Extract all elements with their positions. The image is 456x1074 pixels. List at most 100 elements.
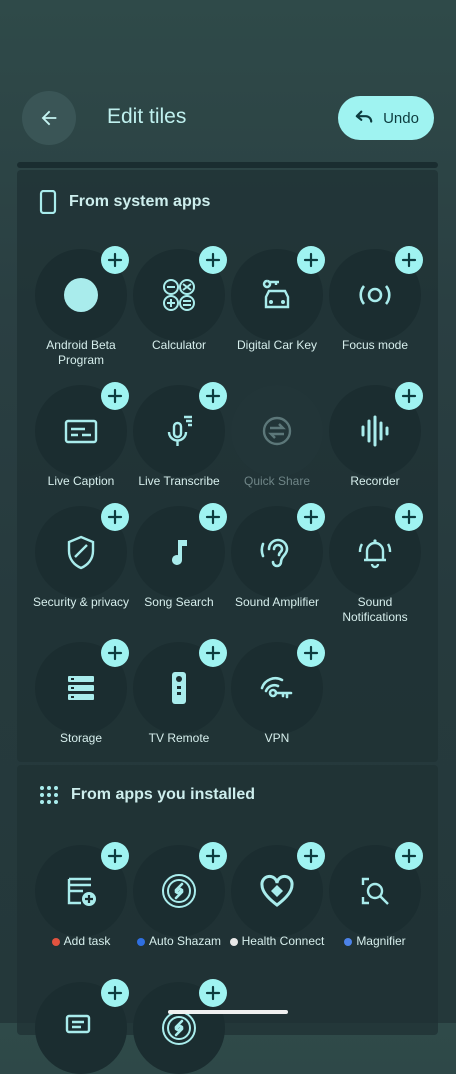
- add-tile-button[interactable]: [101, 382, 129, 410]
- tile-sound-amplifier[interactable]: [231, 503, 325, 598]
- plus-icon: [107, 509, 123, 525]
- remote-icon: [172, 672, 186, 704]
- tile-label-text: VPN: [264, 731, 290, 745]
- add-tile-button[interactable]: [297, 246, 325, 274]
- tile-magnifier[interactable]: [329, 842, 423, 937]
- tile-label: Security & privacy: [31, 595, 131, 610]
- app-badge-icon: [136, 937, 145, 946]
- plus-icon: [401, 848, 417, 864]
- home-indicator[interactable]: [168, 1010, 288, 1014]
- tile-live-transcribe[interactable]: [133, 382, 227, 477]
- tile-vpn[interactable]: [231, 639, 325, 734]
- back-button[interactable]: [22, 91, 76, 145]
- tile-label-text: Live Caption: [47, 474, 115, 488]
- add-tile-button[interactable]: [101, 979, 129, 1007]
- add-tile-button[interactable]: [101, 639, 129, 667]
- tile-focus-mode[interactable]: [329, 246, 423, 341]
- tile-label: Live Caption: [31, 474, 131, 489]
- tile-health-connect[interactable]: [231, 842, 325, 937]
- add-tile-button[interactable]: [101, 246, 129, 274]
- tile-security-privacy[interactable]: [35, 503, 129, 598]
- tile-auto-shazam[interactable]: [133, 842, 227, 937]
- add-tile-button[interactable]: [199, 246, 227, 274]
- app-badge-icon: [51, 937, 60, 946]
- add-tile-button[interactable]: [395, 503, 423, 531]
- plus-icon: [205, 252, 221, 268]
- add-tile-button[interactable]: [395, 382, 423, 410]
- plus-icon: [205, 509, 221, 525]
- vpn-key-icon: [260, 677, 293, 699]
- plus-icon: [205, 985, 221, 1001]
- installed-apps-title: From apps you installed: [71, 786, 256, 803]
- tile-label-text: Calculator: [151, 338, 207, 352]
- share-icon: [262, 416, 292, 446]
- tile-label-text: Recorder: [350, 474, 400, 488]
- add-tile-button[interactable]: [199, 503, 227, 531]
- add-tile-button[interactable]: [297, 639, 325, 667]
- tile-label-text: Security & privacy: [32, 595, 130, 609]
- undo-button[interactable]: Undo: [338, 96, 434, 140]
- car-key-icon: [262, 279, 290, 309]
- system-apps-title: From system apps: [69, 193, 211, 210]
- app-badge-icon: [229, 937, 238, 946]
- task-icon: [67, 877, 96, 906]
- tile-label: Storage: [31, 731, 131, 746]
- plus-icon: [107, 645, 123, 661]
- add-tile-button[interactable]: [101, 842, 129, 870]
- tile-song-search[interactable]: [133, 503, 227, 598]
- shazam-icon: [162, 1011, 196, 1045]
- add-tile-button[interactable]: [199, 382, 227, 410]
- mic-icon: [167, 415, 192, 446]
- tile-label: Digital Car Key: [227, 338, 327, 353]
- plus-icon: [303, 848, 319, 864]
- tile-label: Android Beta Program: [31, 338, 131, 368]
- add-tile-button[interactable]: [297, 503, 325, 531]
- music-note-icon: [172, 540, 187, 565]
- tile-label-text: Digital Car Key: [236, 338, 318, 352]
- plus-icon: [303, 509, 319, 525]
- top-app-bar: Edit tiles Undo: [0, 0, 456, 160]
- tile-label-text: Song Search: [144, 595, 214, 609]
- tile-recorder[interactable]: [329, 382, 423, 477]
- add-tile-button[interactable]: [199, 842, 227, 870]
- plus-icon: [205, 848, 221, 864]
- plus-icon: [401, 252, 417, 268]
- caption-icon: [64, 419, 98, 444]
- tile-quick-share[interactable]: [231, 385, 323, 477]
- plus-icon: [401, 388, 417, 404]
- tile-[interactable]: [35, 979, 129, 1074]
- system-apps-header: From system apps: [39, 190, 210, 214]
- tile-add-task[interactable]: [35, 842, 129, 937]
- tile-label: Live Transcribe: [129, 474, 229, 489]
- ear-icon: [260, 538, 289, 568]
- add-tile-button[interactable]: [297, 842, 325, 870]
- tile-android-beta-program[interactable]: [35, 246, 129, 341]
- partial-chat-icon: [65, 1014, 91, 1034]
- tile-storage[interactable]: [35, 639, 129, 734]
- shield-icon: [67, 535, 95, 570]
- tile-label-text: Add task: [63, 934, 111, 948]
- add-tile-button[interactable]: [199, 639, 227, 667]
- plus-icon: [401, 509, 417, 525]
- tile-[interactable]: [133, 979, 227, 1074]
- magnifier-icon: [361, 877, 389, 905]
- add-tile-button[interactable]: [101, 503, 129, 531]
- tile-label-text: Health Connect: [241, 934, 325, 948]
- current-tiles-card-edge: [17, 162, 438, 168]
- tile-sound-notifications[interactable]: [329, 503, 423, 598]
- tile-tv-remote[interactable]: [133, 639, 227, 734]
- tile-label: Calculator: [129, 338, 229, 353]
- circle-icon: [64, 278, 98, 312]
- plus-icon: [107, 848, 123, 864]
- plus-icon: [303, 645, 319, 661]
- tile-calculator[interactable]: [133, 246, 227, 341]
- tile-digital-car-key[interactable]: [231, 246, 325, 341]
- tile-label: Sound Notifications: [325, 595, 425, 625]
- plus-icon: [303, 252, 319, 268]
- add-tile-button[interactable]: [395, 246, 423, 274]
- tile-live-caption[interactable]: [35, 382, 129, 477]
- add-tile-button[interactable]: [199, 979, 227, 1007]
- add-tile-button[interactable]: [395, 842, 423, 870]
- installed-apps-header: From apps you installed: [39, 785, 255, 805]
- tile-label: Quick Share: [227, 474, 327, 489]
